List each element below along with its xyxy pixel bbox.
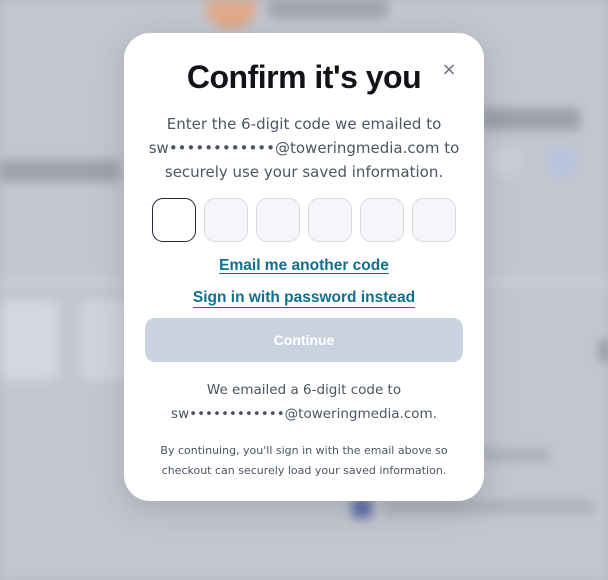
background-icon [490,148,520,176]
continue-button[interactable]: Continue [145,318,463,362]
background-icon [548,148,576,176]
description-line: Enter the 6-digit code we emailed to [166,115,442,133]
code-digit-1[interactable] [152,198,196,242]
background-card [80,300,130,380]
sent-line: We emailed a 6-digit code to [206,382,402,398]
resend-code-link[interactable]: Email me another code [124,257,484,275]
background-logo [205,0,257,30]
background-checkbox [352,498,372,518]
code-digit-5[interactable] [360,198,404,242]
background-text [384,500,594,514]
dialog-description: Enter the 6-digit code we emailed to sw•… [138,112,470,184]
password-signin-link[interactable]: Sign in with password instead [124,289,484,308]
background-text [480,108,580,130]
dialog-title: Confirm it's you [186,59,422,95]
background-text [480,448,550,462]
background-brand [268,0,388,18]
code-digit-6[interactable] [412,198,456,242]
confirm-identity-dialog: × Confirm it's you Enter the 6-digit cod… [124,33,484,501]
code-input-group [152,198,456,242]
description-line: sw••••••••••••@toweringmedia.com to [148,139,460,157]
sent-line: sw••••••••••••@toweringmedia.com. [171,406,437,422]
password-signin-label: Sign in with password instead [192,289,416,308]
footnote-line: By continuing, you'll sign in with the e… [160,444,448,457]
legal-footnote: By continuing, you'll sign in with the e… [154,441,454,481]
background-edge [600,340,608,362]
background-text [0,160,120,182]
footnote-line: checkout can securely load your saved in… [161,464,447,477]
code-digit-2[interactable] [204,198,248,242]
background-card [0,300,58,380]
description-line: securely use your saved information. [164,163,444,181]
code-digit-3[interactable] [256,198,300,242]
code-digit-4[interactable] [308,198,352,242]
code-sent-notice: We emailed a 6-digit code to sw•••••••••… [124,378,484,426]
